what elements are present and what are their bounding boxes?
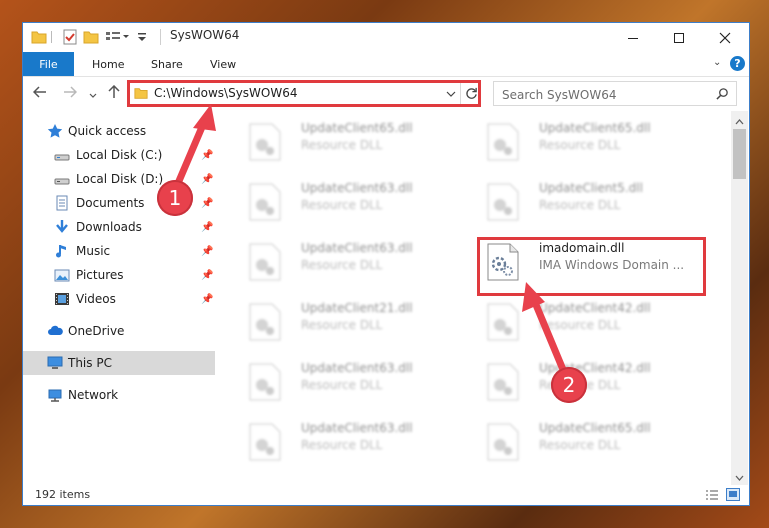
arrow-2 xyxy=(522,282,568,376)
callout-arrows xyxy=(172,104,568,376)
step-two-badge: 2 xyxy=(551,367,587,403)
arrow-1 xyxy=(172,104,216,192)
step-one-badge: 1 xyxy=(157,180,193,216)
